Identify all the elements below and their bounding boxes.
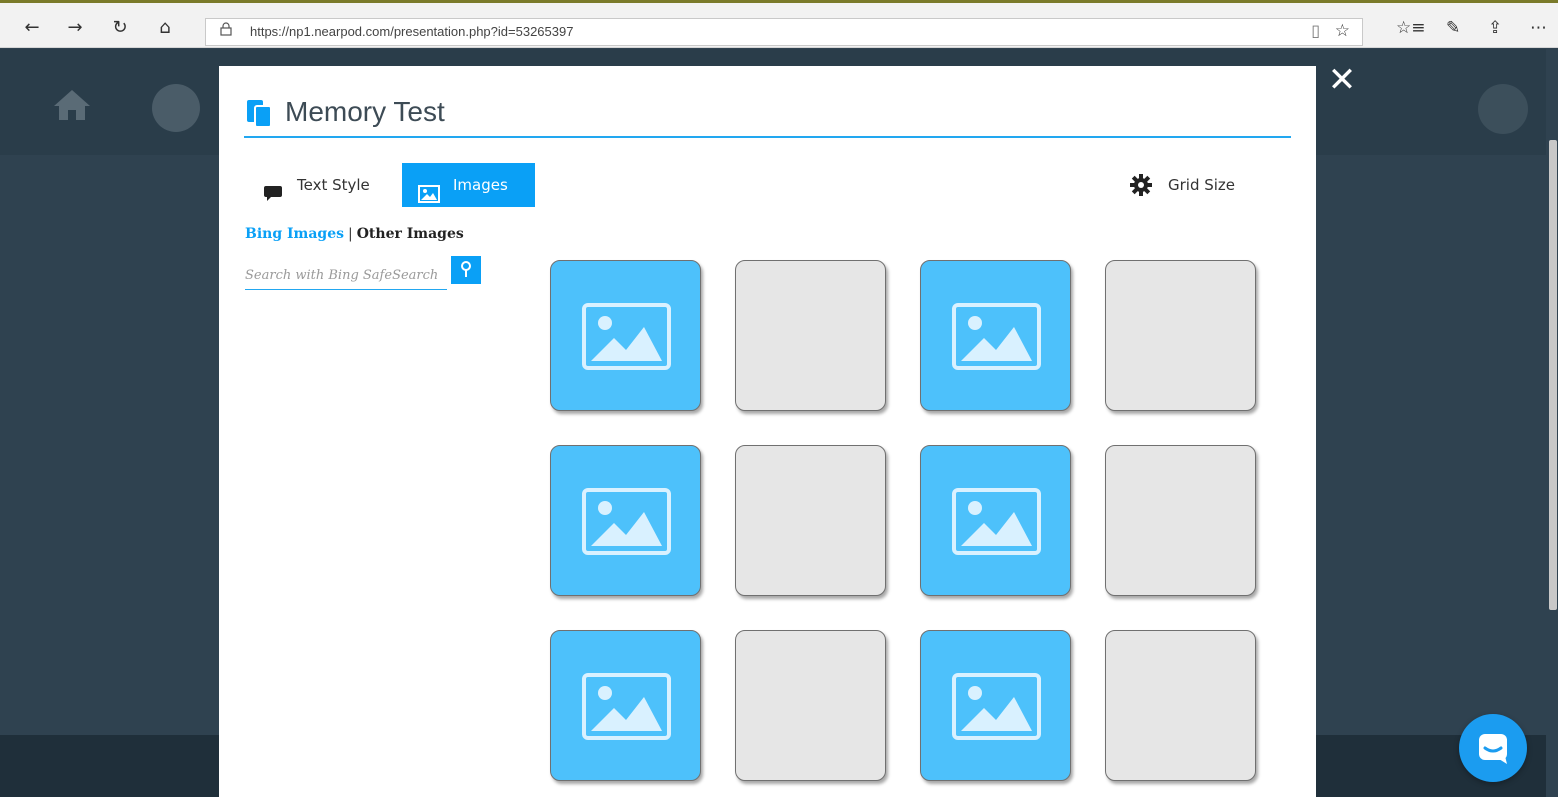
modal-title: Memory Test	[285, 96, 445, 127]
avatar	[1478, 84, 1528, 134]
page-scrollbar-thumb[interactable]	[1549, 140, 1557, 610]
memory-card-blank[interactable]	[1105, 260, 1256, 411]
speech-bubble-icon	[263, 176, 283, 220]
chat-button[interactable]	[1459, 714, 1527, 782]
image-placeholder-icon	[952, 303, 1041, 374]
favorites-list-icon[interactable]: ☆≡	[1396, 18, 1425, 38]
memory-test-modal: Memory Test Text Style Images Grid Size …	[219, 66, 1316, 797]
more-icon[interactable]: ⋯	[1530, 18, 1547, 38]
image-placeholder-icon	[952, 673, 1041, 744]
search-input[interactable]	[245, 262, 447, 290]
memory-card-image[interactable]	[550, 630, 701, 781]
memory-card-image[interactable]	[920, 260, 1071, 411]
nearpod-logo	[152, 84, 200, 132]
image-icon	[418, 176, 440, 220]
image-placeholder-icon	[582, 673, 671, 744]
image-placeholder-icon	[582, 303, 671, 374]
tab-images-label: Images	[453, 176, 508, 194]
browser-toolbar: ← → ↻ ⌂ https://np1.nearpod.com/presenta…	[0, 0, 1558, 48]
grid-size-label: Grid Size	[1168, 176, 1236, 194]
source-separator: |	[348, 226, 353, 242]
memory-card-blank[interactable]	[735, 445, 886, 596]
memory-test-icon	[247, 100, 273, 128]
memory-card-image[interactable]	[550, 445, 701, 596]
forward-arrow-icon[interactable]: →	[63, 16, 87, 40]
tab-text-style-label: Text Style	[297, 176, 370, 194]
other-images-link[interactable]: Other Images	[357, 226, 464, 242]
image-placeholder-icon	[582, 488, 671, 559]
home-icon[interactable]: ⌂	[153, 16, 177, 40]
tab-images[interactable]: Images	[402, 163, 535, 207]
memory-card-image[interactable]	[920, 630, 1071, 781]
app-home-icon	[52, 88, 92, 131]
window-accent-line	[0, 0, 1558, 3]
memory-card-blank[interactable]	[735, 630, 886, 781]
image-placeholder-icon	[952, 488, 1041, 559]
favorite-star-icon[interactable]: ☆	[1335, 21, 1350, 41]
pen-icon[interactable]: ✎	[1446, 18, 1460, 38]
memory-card-blank[interactable]	[1105, 445, 1256, 596]
tab-text-style[interactable]: Text Style	[249, 163, 399, 207]
gear-icon	[1130, 174, 1152, 200]
share-icon[interactable]: ⇪	[1488, 18, 1502, 38]
title-divider	[244, 136, 1291, 138]
reading-view-icon[interactable]: ▯	[1311, 21, 1320, 40]
memory-card-image[interactable]	[550, 260, 701, 411]
back-arrow-icon[interactable]: ←	[20, 16, 44, 40]
lock-icon	[220, 22, 232, 40]
search-icon	[451, 261, 481, 288]
refresh-icon[interactable]: ↻	[108, 16, 132, 40]
memory-card-blank[interactable]	[735, 260, 886, 411]
memory-card-blank[interactable]	[1105, 630, 1256, 781]
url-text[interactable]: https://np1.nearpod.com/presentation.php…	[250, 24, 573, 39]
memory-card-image[interactable]	[920, 445, 1071, 596]
chat-icon	[1459, 734, 1527, 786]
bing-images-link[interactable]: Bing Images	[245, 226, 344, 242]
image-source-links: Bing Images | Other Images	[245, 226, 464, 242]
search-button[interactable]	[451, 256, 481, 284]
address-bar[interactable]: https://np1.nearpod.com/presentation.php…	[205, 18, 1363, 46]
close-icon[interactable]: ✕	[1324, 62, 1360, 98]
